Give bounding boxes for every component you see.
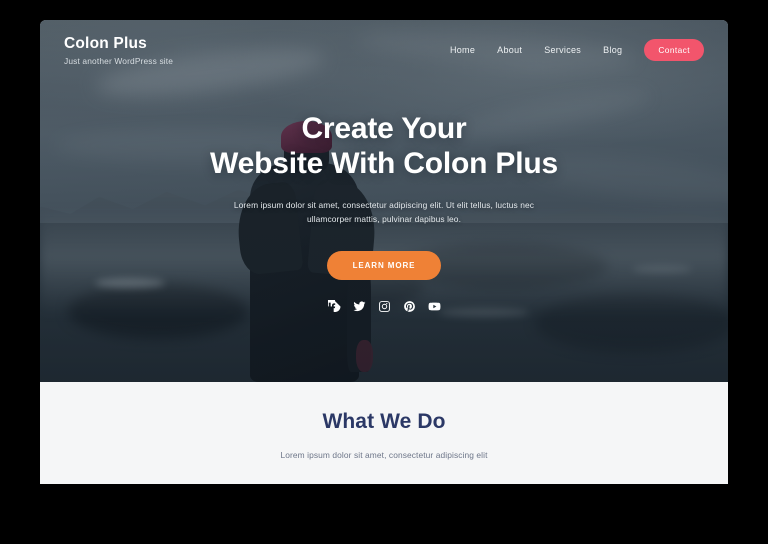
hero-heading-line-1: Create Your	[301, 112, 467, 145]
hero-content: Create Your Website With Colon Plus Lore…	[40, 112, 728, 313]
screenshot-viewport: Colon Plus Just another WordPress site H…	[0, 0, 768, 544]
contact-button[interactable]: Contact	[644, 39, 704, 62]
learn-more-button[interactable]: LEARN MORE	[326, 250, 442, 280]
section-subtitle: Lorem ipsum dolor sit amet, consectetur …	[280, 450, 488, 460]
instagram-icon[interactable]	[378, 300, 391, 313]
site-title[interactable]: Colon Plus	[64, 34, 173, 53]
facebook-icon[interactable]	[327, 299, 341, 313]
website-page: Colon Plus Just another WordPress site H…	[40, 20, 728, 484]
primary-navigation: Home About Services Blog Contact	[450, 39, 704, 62]
site-header: Colon Plus Just another WordPress site H…	[40, 20, 728, 66]
nav-item-about[interactable]: About	[497, 45, 522, 55]
site-branding[interactable]: Colon Plus Just another WordPress site	[64, 34, 173, 66]
site-tagline: Just another WordPress site	[64, 56, 174, 67]
nav-item-home[interactable]: Home	[450, 45, 475, 55]
hero-heading-line-2: Website With Colon Plus	[210, 146, 558, 180]
social-links	[327, 299, 441, 313]
hero-heading: Create Your Website With Colon Plus	[210, 112, 558, 182]
youtube-icon[interactable]	[428, 300, 441, 313]
twitter-icon[interactable]	[353, 300, 366, 313]
hero-section: Colon Plus Just another WordPress site H…	[40, 20, 728, 382]
pinterest-icon[interactable]	[403, 300, 416, 313]
section-title: What We Do	[322, 410, 446, 433]
nav-item-blog[interactable]: Blog	[603, 45, 622, 55]
what-we-do-section: What We Do Lorem ipsum dolor sit amet, c…	[40, 382, 728, 484]
hero-paragraph: Lorem ipsum dolor sit amet, consectetur …	[233, 199, 535, 225]
nav-item-services[interactable]: Services	[544, 45, 581, 55]
